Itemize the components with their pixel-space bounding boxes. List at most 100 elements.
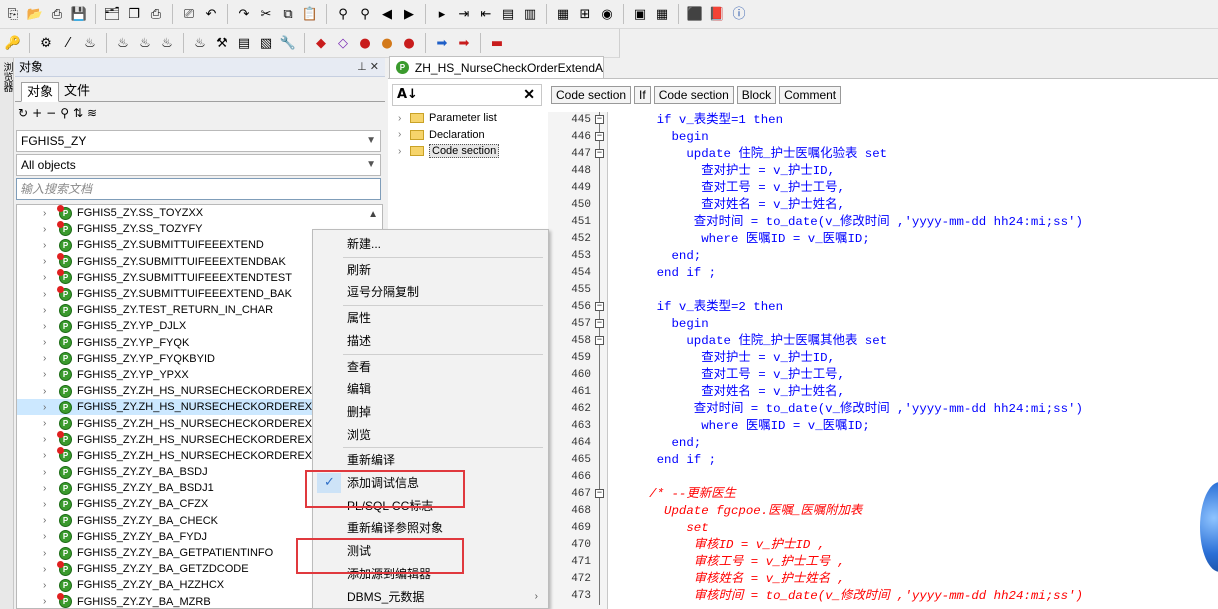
find-icon[interactable]: ⚲	[334, 5, 352, 23]
beans2-icon[interactable]: ♨	[191, 34, 209, 52]
tab-files[interactable]: 文件	[59, 82, 95, 102]
chevron-right-icon[interactable]: ›	[43, 305, 53, 316]
structure-tree[interactable]: › Parameter list › Declaration › Code section	[392, 110, 542, 160]
info-icon[interactable]: ⓘ	[730, 5, 748, 23]
code-line[interactable]: end;	[612, 435, 1212, 452]
fold-toggle-icon[interactable]: −	[595, 336, 604, 345]
chevron-right-icon[interactable]: ›	[43, 499, 53, 510]
chevron-right-icon[interactable]: ›	[43, 564, 53, 575]
chevron-right-icon[interactable]: ›	[43, 450, 53, 461]
structure-item[interactable]: › Declaration	[392, 127, 542, 144]
section-crumb[interactable]: Block	[736, 86, 777, 104]
chevron-right-icon[interactable]: ›	[43, 418, 53, 429]
context-menu-item[interactable]: 新建...	[313, 233, 548, 255]
ball-icon[interactable]: ●	[378, 34, 396, 52]
fold-toggle-icon[interactable]: −	[595, 149, 604, 158]
code-line[interactable]: 查对工号 = v_护士工号,	[612, 367, 1212, 384]
arrow-right-icon[interactable]: ➡	[433, 34, 451, 52]
code-line[interactable]: 查对护士 = v_护士ID,	[612, 350, 1212, 367]
chevron-right-icon[interactable]: ›	[398, 129, 410, 140]
chevron-right-icon[interactable]: ›	[43, 531, 53, 542]
remove-icon[interactable]: −	[46, 106, 60, 120]
redo-icon[interactable]: ↷	[235, 5, 253, 23]
fold-toggle-icon[interactable]: −	[595, 489, 604, 498]
section-crumb[interactable]: If	[634, 86, 651, 104]
pin-icon[interactable]: ⊥ ✕	[357, 58, 379, 77]
code-line[interactable]: if v_表类型=2 then	[612, 299, 1212, 316]
tile-icon[interactable]: ▦	[653, 5, 671, 23]
copy-icon[interactable]: ⧉	[279, 5, 297, 23]
code-line[interactable]: 审核时间 = to_date(v_修改时间 ,'yyyy-mm-dd hh24:…	[612, 588, 1212, 605]
debug-icon[interactable]: ⁄	[59, 34, 77, 52]
context-menu-item[interactable]: 刷新	[313, 259, 548, 281]
code-line[interactable]: 查对护士 = v_护士ID,	[612, 163, 1212, 180]
code-line[interactable]: 审核ID = v_护士ID ,	[612, 537, 1212, 554]
chevron-right-icon[interactable]: ›	[43, 208, 53, 219]
filter-icon[interactable]: ≋	[87, 106, 101, 120]
connect-icon[interactable]: ♨	[114, 34, 132, 52]
code-line[interactable]: begin	[612, 129, 1212, 146]
open-icon[interactable]: 📂	[26, 5, 44, 23]
fold-toggle-icon[interactable]: −	[595, 115, 604, 124]
gem-icon[interactable]: ◆	[312, 34, 330, 52]
fold-toggle-icon[interactable]: −	[595, 319, 604, 328]
context-menu-item[interactable]: 重新编译	[313, 449, 548, 471]
save-all-icon[interactable]: 🗂	[103, 5, 121, 23]
indent-icon[interactable]: ⇥	[455, 5, 473, 23]
code-line[interactable]	[612, 469, 1212, 486]
tab-objects[interactable]: 对象	[21, 82, 60, 102]
undo-icon[interactable]: ↶	[202, 5, 220, 23]
code-line[interactable]: Update fgcpoe.医嘱_医嘱附加表	[612, 503, 1212, 520]
chevron-right-icon[interactable]: ›	[43, 353, 53, 364]
window-list-icon[interactable]: ▣	[631, 5, 649, 23]
chevron-right-icon[interactable]: ›	[43, 224, 53, 235]
context-menu-item[interactable]: 查看	[313, 356, 548, 378]
code-line[interactable]: where 医嘱ID = v_医嘱ID;	[612, 418, 1212, 435]
context-menu-item[interactable]: 重新编译参照对象	[313, 517, 548, 539]
sort-icon[interactable]: ⇅	[73, 106, 87, 120]
tools-icon[interactable]: ⚒	[213, 34, 231, 52]
oracle-icon[interactable]: ⬛	[686, 5, 704, 23]
uncomment-icon[interactable]: ▥	[521, 5, 539, 23]
context-menu-item[interactable]: 删掉	[313, 401, 548, 423]
chevron-right-icon[interactable]: ›	[43, 467, 53, 478]
chevron-right-icon[interactable]: ›	[43, 548, 53, 559]
cut-icon[interactable]: ✂	[257, 5, 275, 23]
fold-toggle-icon[interactable]: −	[595, 302, 604, 311]
paste-icon[interactable]: 📋	[301, 5, 319, 23]
code-line[interactable]: set	[612, 520, 1212, 537]
chevron-right-icon[interactable]: ›	[43, 434, 53, 445]
wrench-icon[interactable]: 🔧	[279, 34, 297, 52]
copy-window-icon[interactable]: ❐	[125, 5, 143, 23]
key-icon[interactable]: 🔑	[4, 34, 22, 52]
chevron-right-icon[interactable]: ›	[43, 402, 53, 413]
arrow-right-red-icon[interactable]: ➡	[455, 34, 473, 52]
code-line[interactable]: 查对姓名 = v_护士姓名,	[612, 197, 1212, 214]
context-menu-item[interactable]: 逗号分隔复制	[313, 281, 548, 303]
sort-az-icon[interactable]: A↓	[397, 87, 418, 102]
sql-icon[interactable]: ♨	[136, 34, 154, 52]
object-search-input[interactable]: 输入搜索文档	[16, 178, 381, 200]
code-line[interactable]: 查对姓名 = v_护士姓名,	[612, 384, 1212, 401]
context-menu-item[interactable]: 属性	[313, 307, 548, 329]
chevron-right-icon[interactable]: ›	[398, 113, 410, 124]
code-line[interactable]: end;	[612, 248, 1212, 265]
chevron-right-icon[interactable]: ›	[43, 515, 53, 526]
code-line[interactable]: if v_表类型=1 then	[612, 112, 1212, 129]
navigate-back-icon[interactable]: ◀	[378, 5, 396, 23]
code-line[interactable]: update 住院_护士医嘱化验表 set	[612, 146, 1212, 163]
chevron-right-icon[interactable]: ›	[398, 146, 410, 157]
query-icon[interactable]: ⊞	[576, 5, 594, 23]
describe-icon[interactable]: ▦	[554, 5, 572, 23]
fold-toggle-icon[interactable]: −	[595, 132, 604, 141]
comment-icon[interactable]: ▤	[499, 5, 517, 23]
section-crumb[interactable]: Code section	[653, 86, 734, 104]
code-line[interactable]: 查对时间 = to_date(v_修改时间 ,'yyyy-mm-dd hh24:…	[612, 401, 1212, 418]
context-menu-item[interactable]: 编辑	[313, 378, 548, 400]
code-line[interactable]: where 医嘱ID = v_医嘱ID;	[612, 231, 1212, 248]
schema-select[interactable]: FGHIS5_ZY ▼	[16, 130, 381, 152]
chevron-right-icon[interactable]: ›	[43, 240, 53, 251]
docs-icon[interactable]: ▧	[257, 34, 275, 52]
ruby-icon[interactable]: ●	[356, 34, 374, 52]
chevron-right-icon[interactable]: ›	[43, 596, 53, 607]
